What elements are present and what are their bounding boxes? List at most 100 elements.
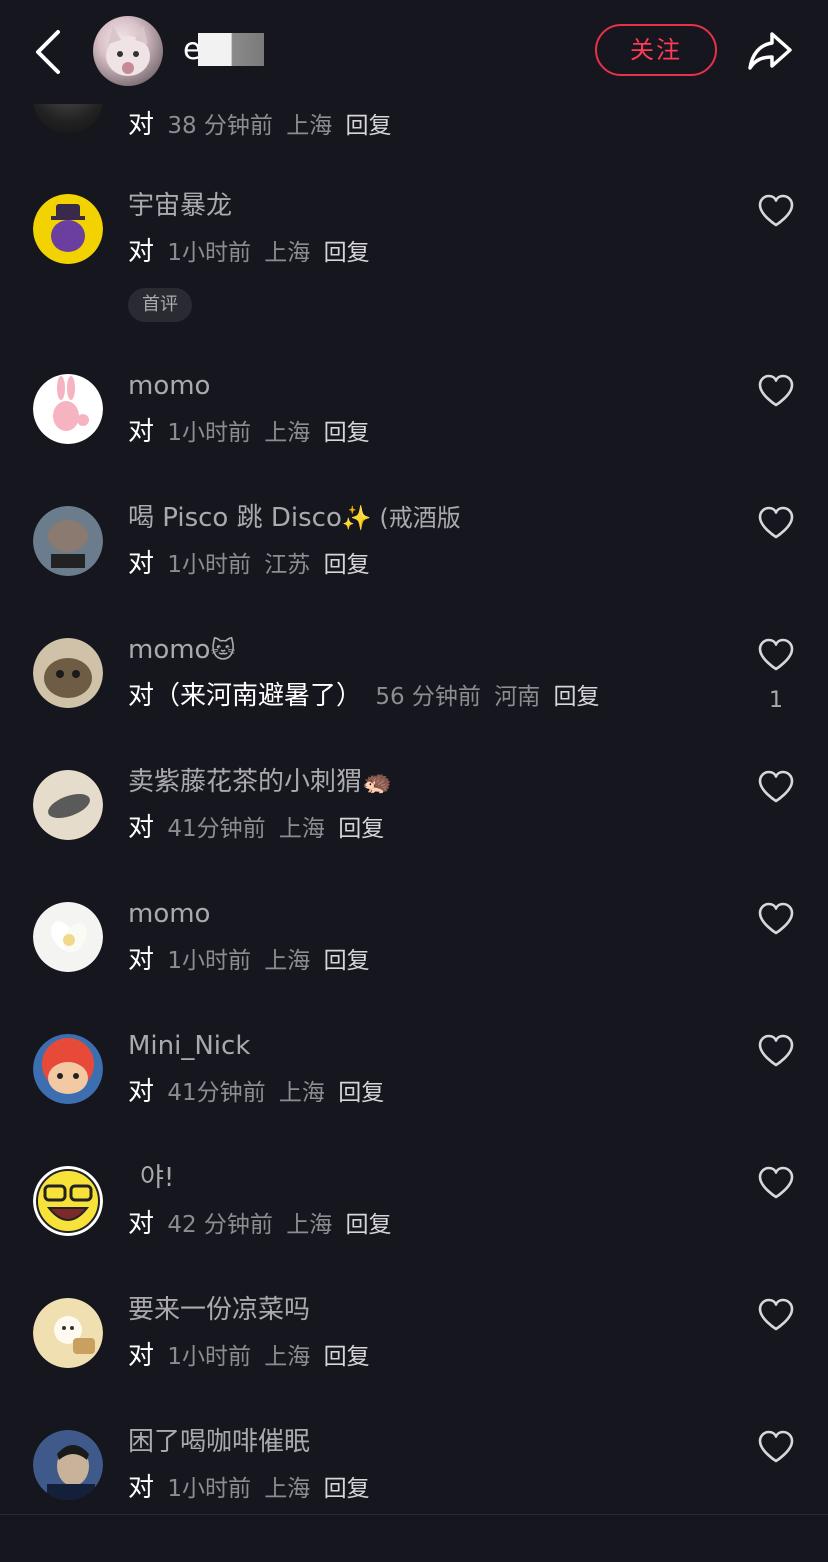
comment-time: 1小时前 xyxy=(167,420,251,446)
comment-text: 对 xyxy=(128,1077,155,1107)
comment-username[interactable]: 喝 Pisco 跳 Disco✨ (戒酒版 xyxy=(128,498,461,538)
comment-time: 1小时前 xyxy=(167,552,251,578)
avatar[interactable] xyxy=(33,374,103,444)
comment-time: 41分钟前 xyxy=(167,816,266,842)
follow-button[interactable]: 关注 xyxy=(595,24,717,76)
comment-text: 对 xyxy=(128,1209,155,1239)
avatar[interactable] xyxy=(33,1430,103,1500)
comment-username[interactable]: momo🐱 xyxy=(128,630,236,670)
comment-meta: 对 1小时前 上海 回复 xyxy=(128,1470,370,1507)
profile-avatar[interactable] xyxy=(93,16,163,86)
comment-time: 42 分钟前 xyxy=(167,1212,273,1238)
comment-item: 喝 Pisco 跳 Disco✨ (戒酒版 对 1小时前 江苏 回复 xyxy=(0,503,828,638)
comment-time: 1小时前 xyxy=(167,1344,251,1370)
comment-meta: 对 41分钟前 上海 回复 xyxy=(128,1074,384,1111)
heart-icon[interactable] xyxy=(757,770,795,804)
comment-time: 1小时前 xyxy=(167,1476,251,1502)
comment-text: 对 xyxy=(128,237,155,267)
avatar-image-icon xyxy=(33,1298,103,1368)
heart-icon[interactable] xyxy=(757,194,795,228)
comment-username[interactable]: momo xyxy=(128,894,210,934)
reply-button[interactable]: 回复 xyxy=(346,113,392,139)
reply-button[interactable]: 回复 xyxy=(324,420,370,446)
comment-meta: 对 38 分钟前 上海 回复 xyxy=(128,107,392,143)
heart-icon[interactable] xyxy=(757,638,795,672)
username-suffix: 🦔 xyxy=(362,768,392,796)
comment-meta: 对 1小时前 上海 回复 xyxy=(128,942,370,979)
username-text: momo xyxy=(128,635,211,665)
comment-meta: 对 41分钟前 上海 回复 xyxy=(128,810,384,847)
comment-username[interactable]: 要来一份凉菜吗 xyxy=(128,1290,310,1330)
reply-button[interactable]: 回复 xyxy=(338,816,384,842)
comment-text: 对 xyxy=(128,1341,155,1371)
avatar[interactable] xyxy=(33,1166,103,1236)
reply-button[interactable]: 回复 xyxy=(324,1344,370,1370)
comment-username[interactable]: Mini_Nick xyxy=(128,1026,250,1066)
comment-text: 对 xyxy=(128,110,155,140)
comment-location: 上海 xyxy=(264,1344,311,1370)
comment-item: 宇宙暴龙 对 1小时前 上海 回复 首评 xyxy=(0,191,828,326)
avatar[interactable] xyxy=(33,1034,103,1104)
reply-button[interactable]: 回复 xyxy=(324,240,370,266)
username-suffix: 🐱 xyxy=(210,636,236,664)
comment-text: 对 xyxy=(128,813,155,843)
avatar-image-icon xyxy=(33,1430,103,1500)
comment-username[interactable]: momo xyxy=(128,366,210,406)
comment-item: Mini_Nick 对 41分钟前 上海 回复 xyxy=(0,1031,828,1166)
comment-text: 对 xyxy=(128,1473,155,1503)
redacted-name xyxy=(198,33,264,66)
avatar-image-icon xyxy=(33,638,103,708)
comment-text: 对 xyxy=(128,417,155,447)
username-suffix: ✨ (戒酒版 xyxy=(341,504,461,532)
comment-time: 41分钟前 xyxy=(167,1080,266,1106)
avatar-image-icon xyxy=(33,506,103,576)
reply-button[interactable]: 回复 xyxy=(554,684,600,710)
heart-icon[interactable] xyxy=(757,1034,795,1068)
comment-meta: 对 1小时前 江苏 回复 xyxy=(128,546,370,583)
username-text: 卖紫藤花茶的小刺猬 xyxy=(128,767,363,797)
comment-username[interactable]: 卖紫藤花茶的小刺猬🦔 xyxy=(128,762,392,802)
comment-username[interactable]: 야! xyxy=(140,1158,174,1198)
cat-avatar-icon xyxy=(106,26,150,76)
avatar[interactable] xyxy=(33,770,103,840)
comment-item: 卖紫藤花茶的小刺猬🦔 对 41分钟前 上海 回复 xyxy=(0,767,828,902)
comment-location: 上海 xyxy=(264,948,311,974)
comment-time: 1小时前 xyxy=(167,948,251,974)
comment-meta: 对（来河南避暑了） 56 分钟前 河南 回复 xyxy=(128,678,600,715)
chevron-left-icon[interactable] xyxy=(30,28,70,76)
avatar[interactable] xyxy=(33,638,103,708)
heart-icon[interactable] xyxy=(757,1166,795,1200)
comment-item: momo 对 1小时前 上海 回复 xyxy=(0,371,828,506)
avatar[interactable] xyxy=(33,506,103,576)
comment-location: 上海 xyxy=(264,420,311,446)
share-arrow-icon[interactable] xyxy=(746,28,794,74)
first-comment-badge: 首评 xyxy=(128,288,192,322)
heart-icon[interactable] xyxy=(757,1430,795,1464)
heart-icon[interactable] xyxy=(757,902,795,936)
comment-item: 要来一份凉菜吗 对 1小时前 上海 回复 xyxy=(0,1295,828,1430)
avatar-image-icon xyxy=(33,1034,103,1104)
avatar-image-icon xyxy=(33,770,103,840)
comment-location: 上海 xyxy=(278,1080,325,1106)
comment-meta: 对 1小时前 上海 回复 xyxy=(128,234,370,271)
comment-meta: 对 1小时前 上海 回复 xyxy=(128,414,370,451)
comment-time: 38 分钟前 xyxy=(167,113,273,139)
reply-button[interactable]: 回复 xyxy=(338,1080,384,1106)
top-bar: e 关注 xyxy=(0,0,828,104)
avatar-image-icon xyxy=(33,902,103,972)
comment-location: 上海 xyxy=(286,1212,333,1238)
reply-button[interactable]: 回复 xyxy=(324,552,370,578)
avatar[interactable] xyxy=(33,194,103,264)
comment-text: 对 xyxy=(128,549,155,579)
comment-username[interactable]: 宇宙暴龙 xyxy=(128,186,232,226)
comment-username[interactable]: 困了喝咖啡催眠 xyxy=(128,1422,310,1462)
heart-icon[interactable] xyxy=(757,374,795,408)
comment-time: 1小时前 xyxy=(167,240,251,266)
reply-button[interactable]: 回复 xyxy=(324,1476,370,1502)
heart-icon[interactable] xyxy=(757,1298,795,1332)
heart-icon[interactable] xyxy=(757,506,795,540)
avatar[interactable] xyxy=(33,902,103,972)
avatar[interactable] xyxy=(33,1298,103,1368)
reply-button[interactable]: 回复 xyxy=(346,1212,392,1238)
reply-button[interactable]: 回复 xyxy=(324,948,370,974)
